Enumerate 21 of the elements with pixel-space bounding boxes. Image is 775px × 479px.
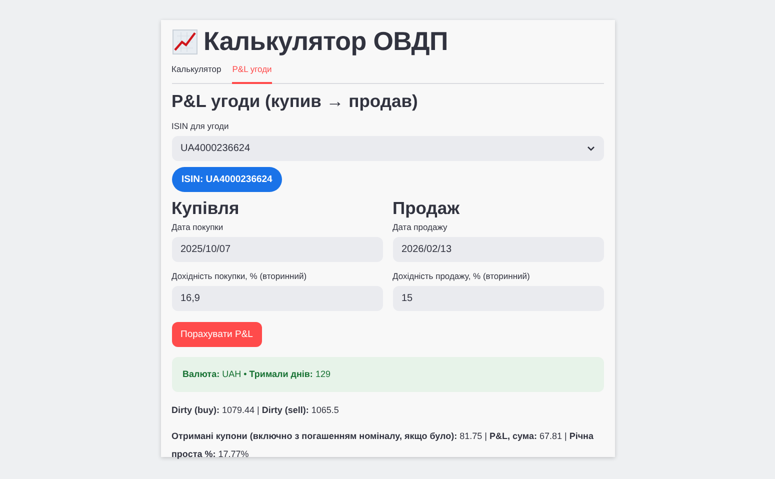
result-text: Отримані купони (включно з погашенням номіналу, якщо було): 81.75 | P&L, сума: 67.81 | Річна проста %: 17.77% xyxy=(172,430,594,461)
app-title: Калькулятор ОВДП xyxy=(204,26,448,57)
column-heading: Купівля xyxy=(172,198,240,219)
result-text: Dirty (buy): 1079.44 | Dirty (sell): 1065.5 xyxy=(172,404,340,417)
info-banner: Валюта: UAH • Тримали днів: 129 xyxy=(172,357,604,392)
tab[interactable]: Калькулятор xyxy=(172,60,222,84)
input-field[interactable]: 2026/02/13 xyxy=(392,237,604,262)
field-label: Дата продажу xyxy=(392,222,448,232)
input-field[interactable]: 16,9 xyxy=(172,286,382,311)
field-label: Дохідність покупки, % (вторинний) xyxy=(172,271,307,281)
input-field[interactable]: 15 xyxy=(392,286,604,311)
input-field[interactable]: 2025/10/07 xyxy=(172,237,382,262)
field-label: Дата покупки xyxy=(172,222,224,232)
isin-badge: ISIN: UA4000236624 xyxy=(172,167,282,192)
column-heading: Продаж xyxy=(392,198,460,219)
field-label: ISIN для угоди xyxy=(172,121,229,131)
section-heading: P&L угоди (купив → продав) xyxy=(172,91,419,112)
line-chart-icon xyxy=(172,28,198,54)
field-label: Дохідність продажу, % (вторинний) xyxy=(392,271,530,281)
chevron-down-icon xyxy=(586,146,594,151)
select-field[interactable]: UA4000236624 xyxy=(172,136,604,161)
